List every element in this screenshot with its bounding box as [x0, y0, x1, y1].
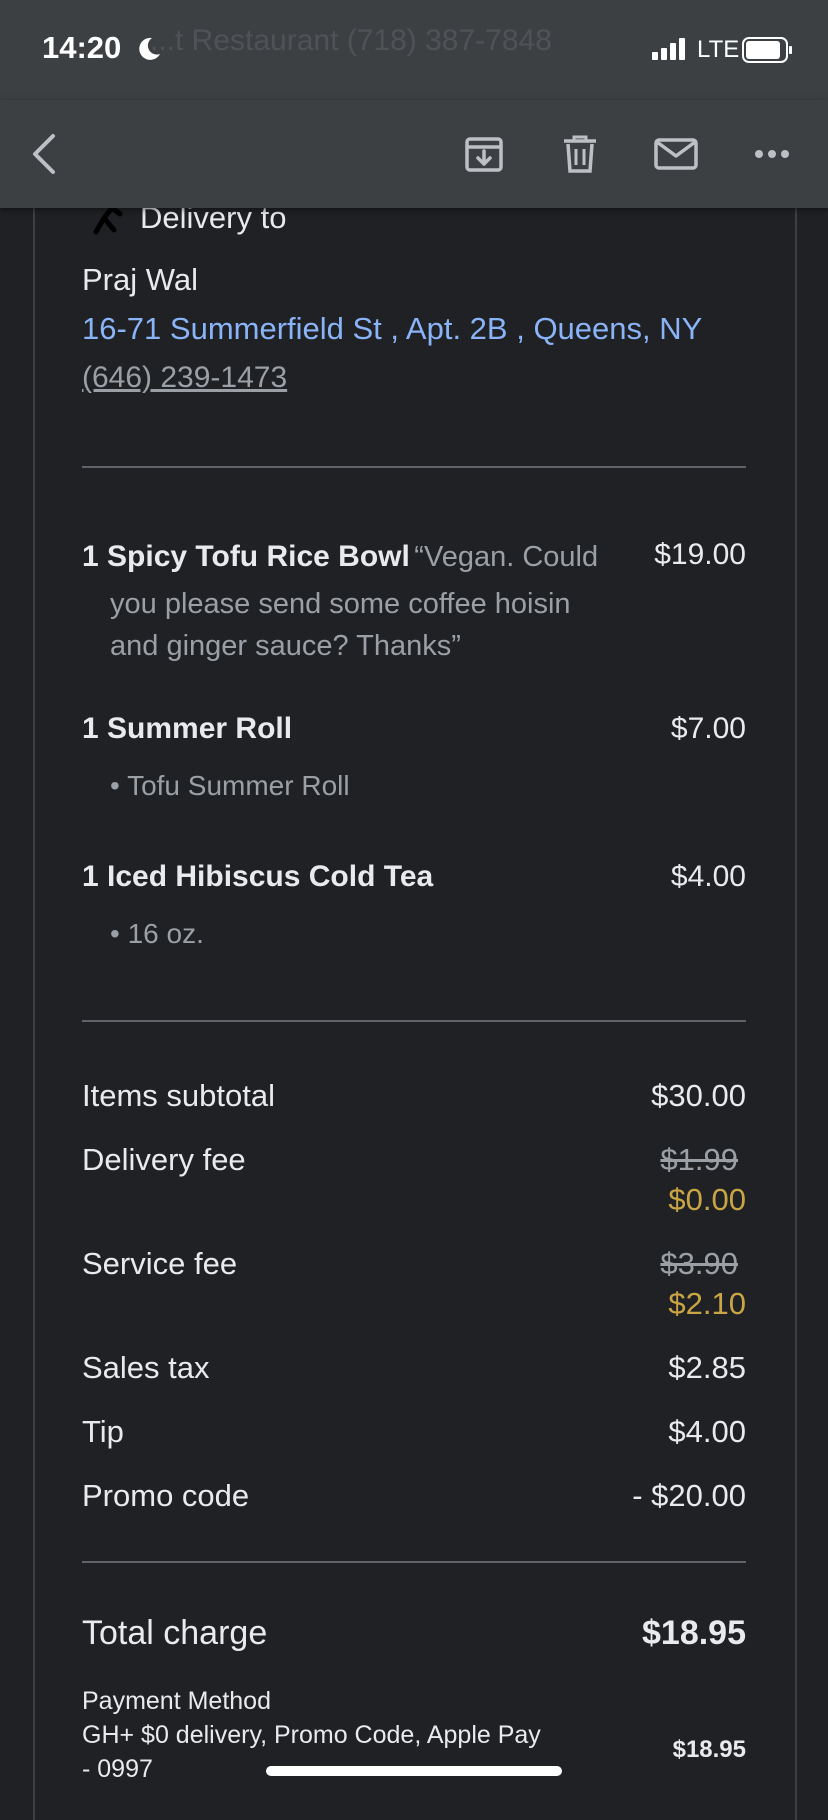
- payment-label: Payment Method: [82, 1687, 271, 1715]
- order-item: 1 Iced Hibiscus Cold Tea $4.00 • 16 oz.: [82, 860, 746, 960]
- delivery-address-link[interactable]: 16-71 Summerfield St , Apt. 2B , Queens,…: [82, 311, 746, 347]
- fee-amount: $4.00: [668, 1414, 746, 1449]
- email-toolbar: [0, 100, 828, 208]
- payment-amount: $18.95: [672, 1736, 746, 1763]
- divider: [82, 1020, 746, 1022]
- total-row: Total charge $18.95: [82, 1614, 746, 1653]
- trash-icon: [564, 135, 596, 173]
- back-arrow-icon: [33, 134, 55, 174]
- fee-label: Service fee: [82, 1246, 238, 1281]
- fee-amount: - $20.00: [632, 1478, 746, 1513]
- fee-label: Items subtotal: [82, 1078, 275, 1113]
- moon-icon: [139, 37, 160, 60]
- receipt-card: [33, 180, 797, 1820]
- status-time: 14:20: [42, 30, 122, 65]
- signal-icon: [652, 38, 685, 60]
- item-note: “Vegan. Could: [414, 541, 599, 573]
- archive-button[interactable]: [460, 130, 508, 178]
- mail-icon: [654, 138, 698, 170]
- total-amount: $18.95: [642, 1614, 746, 1652]
- network-type: LTE: [697, 36, 740, 63]
- phone-link[interactable]: (646) 239-1473: [82, 361, 746, 395]
- item-note: you please send some coffee hoisin: [110, 588, 571, 620]
- promo-row: Promo code - $20.00: [82, 1478, 746, 1514]
- item-option: • 16 oz.: [110, 918, 204, 949]
- home-indicator[interactable]: [266, 1766, 562, 1776]
- fee-label: Delivery fee: [82, 1142, 246, 1177]
- sales-tax-row: Sales tax $2.85: [82, 1350, 746, 1386]
- tip-row: Tip $4.00: [82, 1414, 746, 1450]
- item-note: and ginger sauce? Thanks”: [110, 630, 461, 662]
- discounted-fee: $2.10: [668, 1286, 746, 1321]
- discounted-fee: $0.00: [668, 1182, 746, 1217]
- recipient-name: Praj Wal: [82, 262, 198, 297]
- battery-icon: [742, 37, 792, 63]
- divider: [82, 1561, 746, 1563]
- fee-amount: $30.00: [651, 1078, 746, 1113]
- total-label: Total charge: [82, 1614, 268, 1652]
- more-icon: [755, 150, 789, 158]
- fee-amount: $2.85: [668, 1350, 746, 1385]
- fee-label: Sales tax: [82, 1350, 210, 1385]
- order-item: 1 Summer Roll $7.00 • Tofu Summer Roll: [82, 712, 746, 812]
- payment-details: GH+ $0 delivery, Promo Code, Apple Pay: [82, 1721, 541, 1749]
- item-title: 1 Iced Hibiscus Cold Tea: [82, 860, 434, 893]
- item-option: • Tofu Summer Roll: [110, 770, 350, 801]
- original-fee: $3.90: [660, 1246, 738, 1281]
- more-options-button[interactable]: [748, 130, 796, 178]
- mark-unread-button[interactable]: [652, 130, 700, 178]
- delivery-fee-row: Delivery fee $1.99 $0.00: [82, 1142, 746, 1222]
- order-item: 1 Spicy Tofu Rice Bowl “Vegan. Could you…: [82, 536, 746, 662]
- item-price: $7.00: [670, 712, 746, 745]
- original-fee: $1.99: [660, 1142, 738, 1177]
- fee-label: Promo code: [82, 1478, 250, 1513]
- back-button[interactable]: [20, 130, 68, 178]
- item-title: 1 Summer Roll: [82, 712, 293, 745]
- item-price: $19.00: [654, 538, 746, 571]
- status-bar: ...t Restaurant (718) 387-7848 14:20 LTE: [0, 0, 828, 100]
- fee-label: Tip: [82, 1414, 124, 1449]
- delete-button[interactable]: [556, 130, 604, 178]
- archive-icon: [465, 137, 503, 172]
- item-title: 1 Spicy Tofu Rice Bowl: [82, 540, 410, 573]
- background-header-text: ...t Restaurant (718) 387-7848: [150, 24, 552, 57]
- item-price: $4.00: [670, 860, 746, 893]
- service-fee-row: Service fee $3.90 $2.10: [82, 1246, 746, 1326]
- subtotal-row: Items subtotal $30.00: [82, 1078, 746, 1114]
- divider: [82, 466, 746, 468]
